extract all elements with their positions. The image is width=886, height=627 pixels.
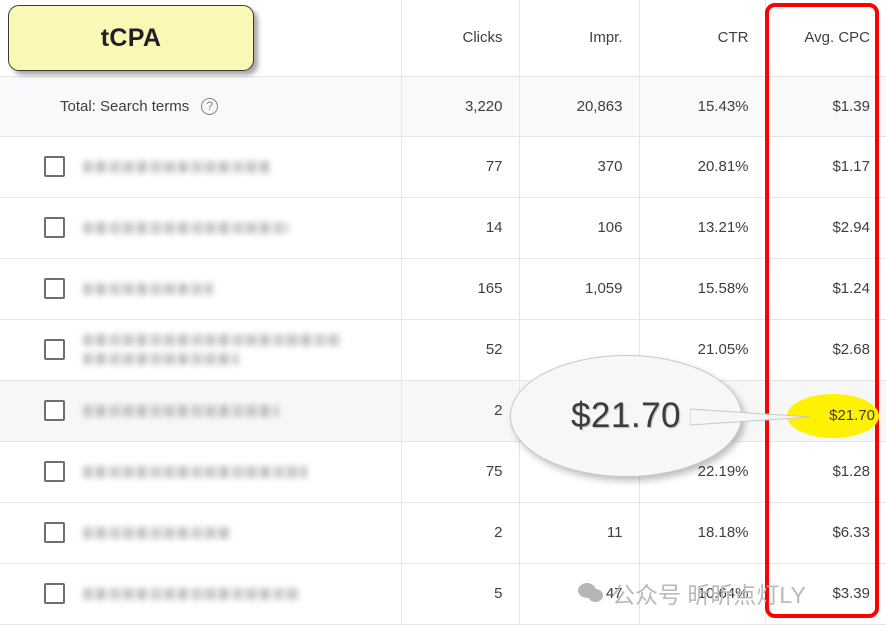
row-checkbox[interactable]: [44, 339, 65, 360]
row-ctr: 13.21%: [639, 197, 766, 259]
row-avg-cpc: $6.33: [765, 502, 886, 564]
search-term-cell: [0, 136, 402, 198]
tcpa-label: tCPA: [100, 23, 162, 52]
search-term-text-redacted: [83, 282, 213, 295]
redacted-text-line: [83, 587, 299, 600]
row-checkbox[interactable]: [44, 400, 65, 421]
total-label: Total: Search terms ?: [16, 97, 385, 115]
row-impr: 370: [519, 136, 640, 198]
row-ctr: 20.81%: [639, 136, 766, 198]
row-clicks: 52: [401, 319, 520, 381]
table-row[interactable]: 2: [0, 380, 886, 442]
total-clicks: 3,220: [401, 76, 520, 137]
row-impr: 106: [519, 197, 640, 259]
total-row: Total: Search terms ? 3,220 20,863 15.43…: [0, 76, 886, 137]
row-impr: [519, 380, 640, 442]
redacted-text-line: [83, 160, 269, 173]
search-term-cell: [0, 563, 402, 625]
table-body: Total: Search terms ? 3,220 20,863 15.43…: [0, 76, 886, 625]
row-checkbox[interactable]: [44, 156, 65, 177]
search-term-cell: [0, 197, 402, 259]
redacted-text-line: [83, 404, 279, 417]
row-avg-cpc: [765, 380, 886, 442]
search-term-wrap: [16, 156, 385, 177]
row-avg-cpc: $2.68: [765, 319, 886, 381]
table-row[interactable]: 2 11 18.18% $6.33: [0, 502, 886, 564]
row-ctr: [639, 380, 766, 442]
search-term-wrap: [16, 278, 385, 299]
redacted-text-line: [83, 465, 307, 478]
total-label-text: Total: Search terms: [60, 97, 190, 115]
redacted-text-line: [83, 353, 239, 365]
table-row[interactable]: 14 106 13.21% $2.94: [0, 197, 886, 259]
row-checkbox[interactable]: [44, 522, 65, 543]
row-impr: [519, 319, 640, 381]
search-term-cell: [0, 441, 402, 503]
table-row[interactable]: 75 22.19% $1.28: [0, 441, 886, 503]
row-impr: [519, 441, 640, 503]
search-term-cell: [0, 502, 402, 564]
row-checkbox[interactable]: [44, 583, 65, 604]
search-term-text-redacted: [83, 160, 269, 173]
row-checkbox[interactable]: [44, 461, 65, 482]
table-row[interactable]: 5 47 10.64% $3.39: [0, 563, 886, 625]
search-term-text-redacted: [83, 404, 279, 417]
help-circle-icon[interactable]: ?: [201, 97, 219, 115]
total-ctr: 15.43%: [639, 76, 766, 137]
row-clicks: 2: [401, 380, 520, 442]
search-term-wrap: [16, 522, 385, 543]
row-avg-cpc: $3.39: [765, 563, 886, 625]
row-ctr: 15.58%: [639, 258, 766, 320]
search-term-cell: [0, 258, 402, 320]
total-label-cell: Total: Search terms ?: [0, 76, 402, 137]
search-term-text-redacted: [83, 334, 341, 365]
column-header-avg-cpc[interactable]: Avg. CPC: [765, 0, 886, 77]
redacted-text-line: [83, 282, 213, 295]
row-ctr: 21.05%: [639, 319, 766, 381]
search-term-wrap: [16, 583, 385, 604]
row-clicks: 14: [401, 197, 520, 259]
redacted-text-line: [83, 526, 231, 539]
row-checkbox[interactable]: [44, 217, 65, 238]
search-term-cell: [0, 319, 402, 381]
row-avg-cpc: $1.17: [765, 136, 886, 198]
total-impr: 20,863: [519, 76, 640, 137]
search-term-text-redacted: [83, 526, 231, 539]
row-clicks: 5: [401, 563, 520, 625]
column-header-ctr[interactable]: CTR: [639, 0, 766, 77]
row-ctr: 22.19%: [639, 441, 766, 503]
table-row[interactable]: 165 1,059 15.58% $1.24: [0, 258, 886, 320]
search-term-wrap: [16, 461, 385, 482]
search-term-text-redacted: [83, 587, 299, 600]
search-term-wrap: [16, 217, 385, 238]
column-header-clicks[interactable]: Clicks: [401, 0, 520, 77]
row-impr: 11: [519, 502, 640, 564]
redacted-text-line: [83, 334, 341, 346]
column-header-impr[interactable]: Impr.: [519, 0, 640, 77]
table-row[interactable]: 77 370 20.81% $1.17: [0, 136, 886, 198]
search-term-wrap: [16, 334, 385, 365]
row-avg-cpc: $1.28: [765, 441, 886, 503]
search-term-wrap: [16, 400, 385, 421]
total-avg-cpc: $1.39: [765, 76, 886, 137]
search-terms-table: Clicks Impr. CTR Avg. CPC Total: Search …: [0, 0, 886, 625]
row-ctr: 10.64%: [639, 563, 766, 625]
redacted-text-line: [83, 221, 289, 234]
row-clicks: 165: [401, 258, 520, 320]
search-term-text-redacted: [83, 221, 289, 234]
table-row[interactable]: 52 21.05% $2.68: [0, 319, 886, 381]
row-avg-cpc: $2.94: [765, 197, 886, 259]
row-clicks: 75: [401, 441, 520, 503]
search-term-text-redacted: [83, 465, 307, 478]
tcpa-annotation-box: tCPA: [8, 5, 254, 71]
row-clicks: 2: [401, 502, 520, 564]
row-impr: 47: [519, 563, 640, 625]
row-impr: 1,059: [519, 258, 640, 320]
screenshot-stage: Clicks Impr. CTR Avg. CPC Total: Search …: [0, 0, 886, 627]
search-term-cell: [0, 380, 402, 442]
row-clicks: 77: [401, 136, 520, 198]
row-ctr: 18.18%: [639, 502, 766, 564]
row-avg-cpc: $1.24: [765, 258, 886, 320]
row-checkbox[interactable]: [44, 278, 65, 299]
